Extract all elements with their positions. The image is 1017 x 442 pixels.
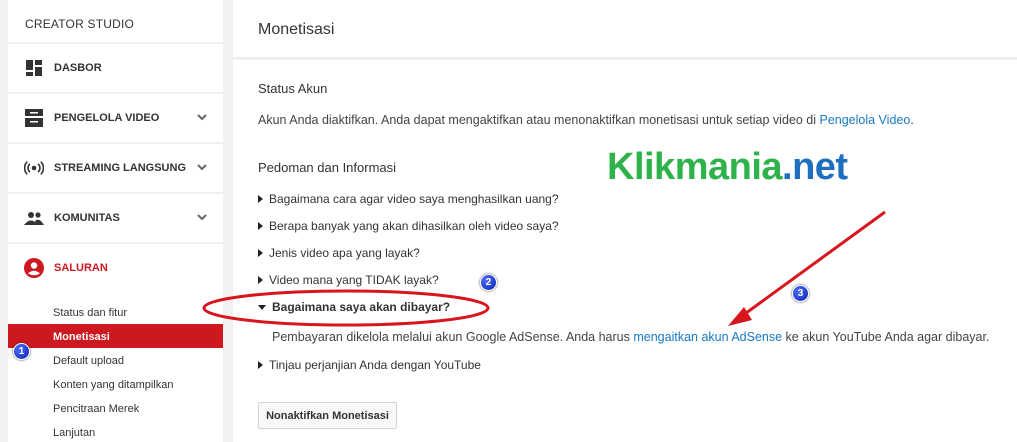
disable-monetization-button[interactable]: Nonaktifkan Monetisasi: [258, 402, 397, 429]
nav-live-streaming[interactable]: STREAMING LANGSUNG: [8, 144, 223, 192]
faq-item[interactable]: Tinjau perjanjian Anda dengan YouTube: [258, 358, 481, 372]
chevron-down-icon[interactable]: [196, 211, 208, 223]
submenu-monetization[interactable]: Monetisasi: [8, 324, 223, 348]
channel-icon: [24, 258, 44, 278]
nav-community[interactable]: KOMUNITAS: [8, 194, 223, 242]
page-title: Monetisasi: [233, 0, 1017, 58]
faq-item[interactable]: Video mana yang TIDAK layak?: [258, 273, 439, 287]
expand-arrow-icon: [258, 276, 263, 284]
expand-arrow-icon: [258, 222, 263, 230]
step-badge-1: 1: [13, 343, 30, 360]
account-status-heading: Status Akun: [258, 81, 328, 96]
collapse-arrow-icon: [258, 304, 266, 310]
faq-item-expanded[interactable]: Bagaimana saya akan dibayar?: [258, 300, 450, 314]
nav-video-manager[interactable]: PENGELOLA VIDEO: [8, 94, 223, 142]
faq-item[interactable]: Jenis video apa yang layak?: [258, 246, 420, 260]
expand-arrow-icon: [258, 249, 263, 257]
nav-dashboard-label: DASBOR: [54, 62, 102, 74]
video-manager-icon: [24, 108, 44, 128]
guide-heading: Pedoman dan Informasi: [258, 160, 397, 175]
nav-channel[interactable]: SALURAN: [8, 244, 223, 292]
live-streaming-icon: [24, 158, 44, 178]
video-manager-link[interactable]: Pengelola Video: [819, 113, 910, 127]
step-badge-2: 2: [480, 274, 497, 291]
faq-item[interactable]: Bagaimana cara agar video saya menghasil…: [258, 192, 559, 206]
submenu-featured-content[interactable]: Konten yang ditampilkan: [8, 372, 223, 396]
channel-submenu: Status dan fitur Monetisasi Default uplo…: [8, 292, 223, 442]
sidebar: CREATOR STUDIO DASBOR PENGELOLA VIDEO ST…: [8, 0, 223, 442]
link-adsense-account-link[interactable]: mengaitkan akun AdSense: [633, 330, 782, 344]
nav-dashboard[interactable]: DASBOR: [8, 44, 223, 92]
expand-arrow-icon: [258, 361, 263, 369]
account-status-text: Akun Anda diaktifkan. Anda dapat mengakt…: [258, 113, 914, 127]
submenu-advanced[interactable]: Lanjutan: [8, 420, 223, 442]
faq-answer: Pembayaran dikelola melalui akun Google …: [272, 330, 990, 344]
submenu-upload-defaults[interactable]: Default upload: [8, 348, 223, 372]
nav-video-manager-label: PENGELOLA VIDEO: [54, 112, 160, 124]
chevron-down-icon[interactable]: [196, 111, 208, 123]
submenu-branding[interactable]: Pencitraan Merek: [8, 396, 223, 420]
chevron-down-icon[interactable]: [196, 161, 208, 173]
submenu-status-features[interactable]: Status dan fitur: [8, 300, 223, 324]
nav-live-streaming-label: STREAMING LANGSUNG: [54, 162, 186, 174]
community-icon: [24, 208, 44, 228]
monetization-content: Status Akun Akun Anda diaktifkan. Anda d…: [233, 60, 1017, 442]
nav-community-label: KOMUNITAS: [54, 212, 120, 224]
nav-channel-label: SALURAN: [54, 262, 108, 274]
step-badge-3: 3: [792, 285, 809, 302]
faq-item[interactable]: Berapa banyak yang akan dihasilkan oleh …: [258, 219, 559, 233]
main-panel: Monetisasi Status Akun Akun Anda diaktif…: [233, 0, 1017, 442]
creator-studio-title: CREATOR STUDIO: [8, 0, 223, 42]
expand-arrow-icon: [258, 195, 263, 203]
dashboard-icon: [24, 58, 44, 78]
site-watermark-logo: Klikmania.net: [607, 146, 848, 188]
